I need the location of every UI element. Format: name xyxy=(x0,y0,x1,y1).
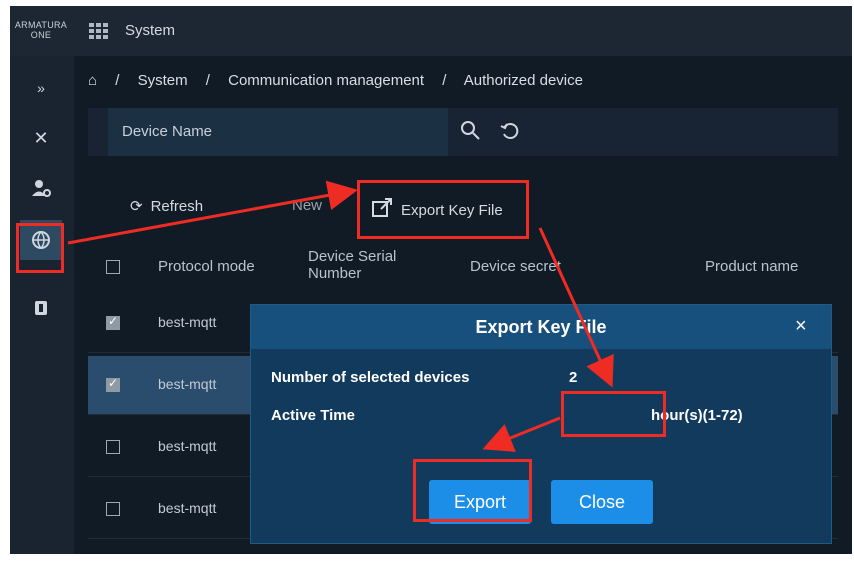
breadcrumb-separator: / xyxy=(442,72,447,89)
new-label: New xyxy=(292,197,323,214)
apps-grid-icon[interactable] xyxy=(89,23,109,39)
top-bar: ARMATURA ONE System xyxy=(10,6,852,56)
row-checkbox[interactable] xyxy=(106,314,120,330)
table-header: Protocol mode Device Serial Number Devic… xyxy=(88,244,838,288)
new-button[interactable]: New xyxy=(292,197,322,214)
refresh-button[interactable]: ⟳ Refresh xyxy=(130,197,204,216)
sidebar: » ✕ xyxy=(10,56,74,554)
home-icon[interactable]: ⌂ xyxy=(88,72,97,89)
breadcrumb-separator: / xyxy=(205,72,210,89)
breadcrumb: ⌂ / System / Communication management / … xyxy=(88,72,597,89)
row-checkbox[interactable] xyxy=(106,440,120,454)
protocol-cell: best-mqtt xyxy=(158,438,217,454)
annotation-box-export-button xyxy=(413,459,532,522)
column-device-serial-number: Device Serial Number xyxy=(308,248,397,282)
breadcrumb-separator: / xyxy=(115,72,120,89)
active-time-label: Active Time xyxy=(271,407,355,424)
breadcrumb-communication[interactable]: Communication management xyxy=(228,72,424,89)
user-settings-icon[interactable] xyxy=(20,168,62,208)
select-all-checkbox[interactable] xyxy=(106,260,120,274)
column-device-secret: Device secret xyxy=(470,258,561,275)
export-key-file-dialog: Export Key File × Number of selected dev… xyxy=(250,304,832,544)
search-bar: Device Name xyxy=(88,108,838,156)
refresh-label: Refresh xyxy=(150,197,204,215)
protocol-cell: best-mqtt xyxy=(158,314,217,330)
breadcrumb-authorized: Authorized device xyxy=(463,72,583,89)
refresh-icon: ⟳ xyxy=(130,198,143,215)
row-checkbox[interactable] xyxy=(106,376,120,392)
reset-icon[interactable] xyxy=(498,118,524,144)
breadcrumb-system[interactable]: System xyxy=(138,72,188,89)
brand-logo: ARMATURA ONE xyxy=(10,6,72,56)
door-icon[interactable] xyxy=(20,288,62,328)
annotation-box-export-key-file xyxy=(357,180,529,239)
annotation-box-active-time xyxy=(561,391,666,437)
dialog-title: Export Key File xyxy=(251,305,831,349)
column-protocol-mode: Protocol mode xyxy=(158,258,255,275)
selected-devices-label: Number of selected devices xyxy=(271,369,470,386)
tools-icon[interactable]: ✕ xyxy=(20,118,62,158)
collapse-icon[interactable]: » xyxy=(20,68,62,108)
close-button[interactable]: Close xyxy=(551,480,653,524)
row-checkbox[interactable] xyxy=(106,502,120,516)
selected-devices-value: 2 xyxy=(569,369,578,386)
close-icon[interactable]: × xyxy=(795,316,813,336)
search-icon[interactable] xyxy=(458,118,484,144)
protocol-cell: best-mqtt xyxy=(158,376,217,392)
protocol-cell: best-mqtt xyxy=(158,500,217,516)
device-name-search-input[interactable]: Device Name xyxy=(108,108,448,156)
brand-line-1: ARMATURA xyxy=(14,20,68,30)
app-title: System xyxy=(125,22,176,39)
annotation-box-globe xyxy=(16,223,64,273)
brand-line-2: ONE xyxy=(30,30,52,40)
column-product-name: Product name xyxy=(705,258,799,275)
